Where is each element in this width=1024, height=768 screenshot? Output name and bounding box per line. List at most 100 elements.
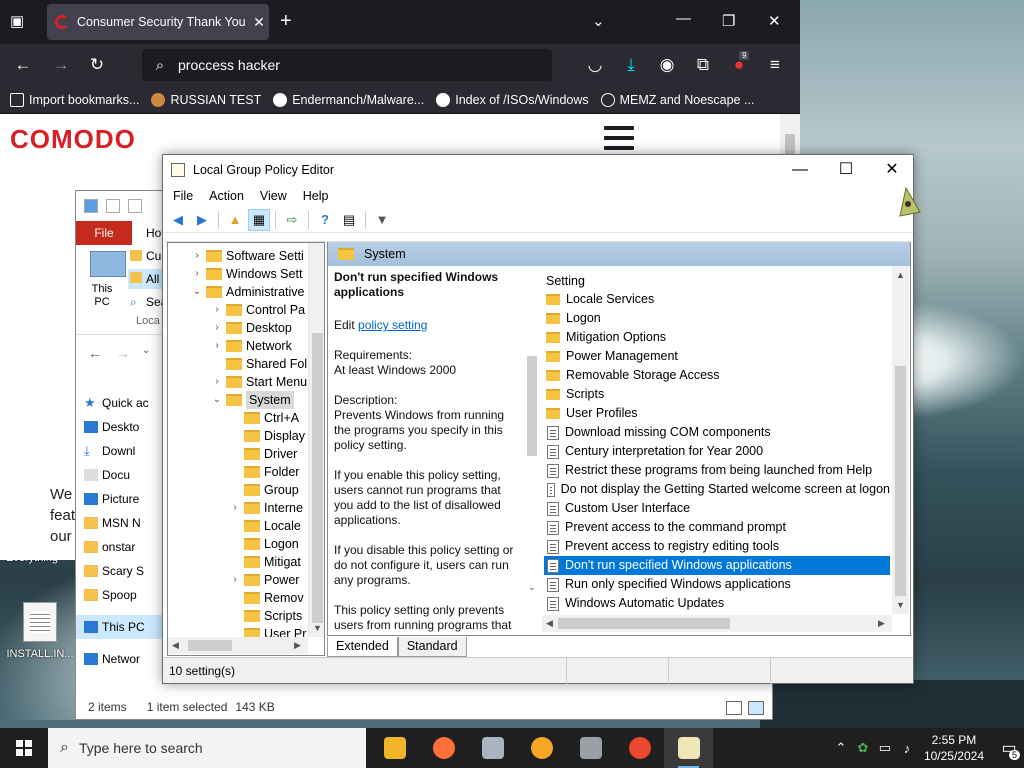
forward-icon[interactable]: ▶	[191, 209, 213, 231]
setting-folder-row[interactable]: Power Management	[544, 347, 890, 366]
recent-locations-icon[interactable]: ⌄	[142, 345, 150, 356]
expand-icon[interactable]: ›	[190, 265, 204, 283]
hamburger-menu-icon[interactable]	[604, 126, 634, 156]
reload-icon[interactable]: ↻	[86, 55, 108, 75]
tree-horizontal-scrollbar[interactable]: ◀ ▶	[168, 637, 308, 654]
tree-item-documents[interactable]: Docu	[76, 463, 166, 487]
minimize-button[interactable]: —	[676, 10, 691, 27]
expand-icon[interactable]: ›	[228, 499, 242, 517]
url-bar[interactable]: ⌕ proccess hacker	[142, 49, 552, 81]
tree-item-pictures[interactable]: Picture	[76, 487, 166, 511]
policy-setting-row[interactable]: Prevent access to registry editing tools	[544, 537, 890, 556]
setting-folder-row[interactable]: User Profiles	[544, 404, 890, 423]
setting-folder-row[interactable]: Removable Storage Access	[544, 366, 890, 385]
pocket-icon[interactable]: ◡	[584, 55, 606, 75]
home-tab[interactable]: Ho	[132, 221, 161, 245]
settings-horizontal-scrollbar[interactable]: ◀ ▶	[542, 615, 892, 632]
downloads-icon[interactable]: ⤓	[620, 55, 642, 75]
tree-node[interactable]: Shared Fol	[210, 355, 307, 373]
tab-extended[interactable]: Extended	[327, 637, 398, 657]
policy-setting-row[interactable]: Custom User Interface	[544, 499, 890, 518]
setting-folder-row[interactable]: Mitigation Options	[544, 328, 890, 347]
show-hide-tree-icon[interactable]: ▦	[248, 208, 270, 231]
extensions-icon[interactable]: ⧉	[692, 55, 714, 75]
tree-node[interactable]: Locale	[228, 517, 301, 535]
large-icons-view-icon[interactable]	[748, 701, 764, 715]
back-icon[interactable]: ←	[88, 345, 102, 361]
edit-policy-link[interactable]: policy setting	[358, 318, 427, 332]
policy-setting-row[interactable]: Run only specified Windows applications	[544, 575, 890, 594]
tree-item-downloads[interactable]: ⤓ Downl	[76, 439, 166, 463]
bookmark-memz[interactable]: MEMZ and Noescape ...	[600, 92, 754, 107]
tree-node[interactable]: › Software Setti	[190, 247, 304, 265]
policy-setting-row[interactable]: Century interpretation for Year 2000	[544, 442, 890, 461]
start-button[interactable]	[0, 728, 48, 768]
expand-icon[interactable]: ›	[210, 337, 224, 355]
tree-node[interactable]: › Power	[228, 571, 299, 589]
policy-setting-row[interactable]: Prevent access to the command prompt	[544, 518, 890, 537]
close-button[interactable]: ✕	[768, 12, 781, 30]
network-icon[interactable]: ▭	[874, 740, 896, 756]
expand-icon[interactable]: ›	[210, 319, 224, 337]
comodo-logo[interactable]: COMODO	[10, 124, 136, 155]
desktop-icon-install[interactable]: INSTALL.IN...	[6, 602, 74, 660]
policy-setting-row[interactable]: Download missing COM components	[544, 423, 890, 442]
export-list-icon[interactable]: ⇨	[281, 209, 303, 231]
ribbon-all[interactable]: All	[128, 269, 164, 289]
maximize-button[interactable]: ☐	[823, 155, 869, 185]
help-icon[interactable]: ?	[314, 209, 336, 231]
expand-icon[interactable]: ›	[190, 247, 204, 265]
collapse-icon[interactable]: ⌄	[190, 283, 204, 301]
tree-node[interactable]: › Windows Sett	[190, 265, 302, 283]
account-icon[interactable]: ◉	[656, 55, 678, 75]
notepad-taskbar-icon[interactable]	[664, 728, 713, 768]
setting-column-header[interactable]: Setting	[546, 274, 585, 288]
tree-node[interactable]: Driver	[228, 445, 297, 463]
close-button[interactable]: ✕	[869, 155, 915, 185]
policy-setting-row[interactable]: Do not display the Getting Started welco…	[544, 480, 890, 499]
tree-node[interactable]: Logon	[228, 535, 299, 553]
policy-setting-row[interactable]: Don't run specified Windows applications	[544, 556, 890, 575]
close-tab-icon[interactable]: ✕	[249, 14, 269, 31]
tree-node[interactable]: Folder	[228, 463, 299, 481]
collapse-icon[interactable]: ⌄	[210, 391, 224, 409]
tree-node[interactable]: Group	[228, 481, 299, 499]
tree-node[interactable]: ⌄ Administrative	[190, 283, 305, 301]
tree-node[interactable]: ⌄ System	[210, 391, 294, 409]
tree-node[interactable]: › Interne	[228, 499, 303, 517]
ribbon-search[interactable]: ⌕ Sea	[128, 293, 167, 311]
tree-item-folder[interactable]: Scary S	[76, 559, 166, 583]
setting-folder-row[interactable]: Scripts	[544, 385, 890, 404]
menu-action[interactable]: Action	[201, 189, 252, 203]
tree-item-folder[interactable]: Spoop	[76, 583, 166, 607]
tree-item-folder[interactable]: onstar	[76, 535, 166, 559]
volume-icon[interactable]: ♪	[896, 741, 918, 756]
menu-icon[interactable]: ≡	[764, 55, 786, 75]
ribbon-current-folder[interactable]: Cur	[128, 247, 165, 265]
show-hidden-icons-icon[interactable]: ⌃	[830, 740, 852, 756]
browser-tab[interactable]: Consumer Security Thank You P ✕	[47, 4, 269, 40]
tree-node[interactable]: › Control Pa	[210, 301, 305, 319]
setting-folder-row[interactable]: Locale Services	[544, 290, 890, 309]
tree-node[interactable]: Remov	[228, 589, 304, 607]
file-tab[interactable]: File	[76, 221, 132, 245]
tree-node[interactable]: Mitigat	[228, 553, 301, 571]
description-scrollbar[interactable]: ⌄	[524, 266, 540, 632]
settings-vertical-scrollbar[interactable]: ▲ ▼	[892, 266, 909, 614]
firefox-taskbar-icon[interactable]	[419, 728, 468, 768]
extended-view-icon[interactable]: ▤	[338, 209, 360, 231]
forward-icon[interactable]: →	[116, 345, 130, 361]
forward-icon[interactable]: →	[50, 55, 72, 75]
tree-item-folder[interactable]: MSN N	[76, 511, 166, 535]
file-explorer-taskbar-icon[interactable]	[370, 728, 419, 768]
tree-node[interactable]: Ctrl+A	[228, 409, 299, 427]
bookmark-russian-test[interactable]: RUSSIAN TEST	[151, 92, 261, 107]
tab-list-icon[interactable]: ▣	[10, 12, 24, 30]
notifications-icon[interactable]: ▭ 5	[994, 738, 1024, 760]
back-icon[interactable]: ←	[12, 55, 34, 75]
tab-standard[interactable]: Standard	[397, 637, 467, 657]
this-pc-ribbon-label[interactable]: This PC	[86, 283, 118, 309]
new-tab-button[interactable]: +	[280, 10, 292, 33]
tree-node[interactable]: › Network	[210, 337, 292, 355]
paint-taskbar-icon[interactable]	[615, 728, 664, 768]
